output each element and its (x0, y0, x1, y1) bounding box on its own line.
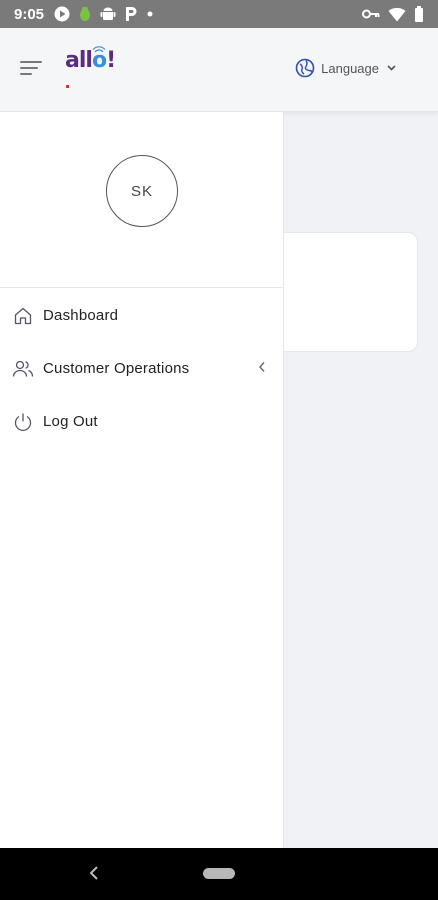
language-label: Language (321, 60, 379, 76)
nav-item-label: Customer Operations (43, 360, 190, 377)
battery-icon (414, 6, 424, 22)
android-icon (100, 6, 116, 22)
dot-icon (146, 10, 154, 18)
navigation-drawer: SK Dashboard Customer Operations Log Out (0, 112, 284, 848)
avatar[interactable]: SK (106, 155, 178, 227)
nav-item-dashboard[interactable]: Dashboard (0, 289, 284, 342)
bug-icon (78, 6, 92, 22)
globe-icon (295, 58, 315, 78)
system-nav-bar (0, 848, 438, 900)
status-icons-right (362, 6, 424, 22)
users-icon (12, 358, 34, 380)
app-header: allo! Language (0, 28, 438, 112)
nav-item-customer-operations[interactable]: Customer Operations (0, 342, 284, 395)
drawer-divider (0, 287, 284, 288)
chevron-down-icon (387, 65, 396, 71)
drawer-nav: Dashboard Customer Operations Log Out (0, 289, 284, 448)
avatar-initials: SK (130, 182, 153, 200)
home-button[interactable] (203, 868, 235, 879)
allo-logo[interactable]: allo! (62, 46, 116, 92)
parking-icon (124, 6, 138, 22)
menu-icon-line (20, 73, 32, 75)
nav-item-log-out[interactable]: Log Out (0, 395, 284, 448)
language-selector[interactable]: Language (295, 58, 396, 78)
status-bar: 9:05 (0, 0, 438, 28)
chevron-left-icon[interactable] (258, 361, 266, 373)
nav-item-label: Log Out (43, 413, 98, 430)
home-icon (12, 305, 34, 327)
menu-icon-line (20, 67, 38, 69)
logo-text: allo! (65, 48, 116, 73)
status-icons-left (54, 6, 154, 22)
nav-item-label: Dashboard (43, 307, 119, 324)
status-time: 9:05 (14, 5, 45, 23)
power-icon (12, 411, 34, 433)
vpn-key-icon (362, 8, 380, 20)
play-icon (54, 6, 70, 22)
back-icon[interactable] (88, 865, 100, 881)
menu-button[interactable] (20, 58, 44, 78)
menu-icon-line (20, 61, 42, 63)
wifi-icon (388, 7, 406, 22)
